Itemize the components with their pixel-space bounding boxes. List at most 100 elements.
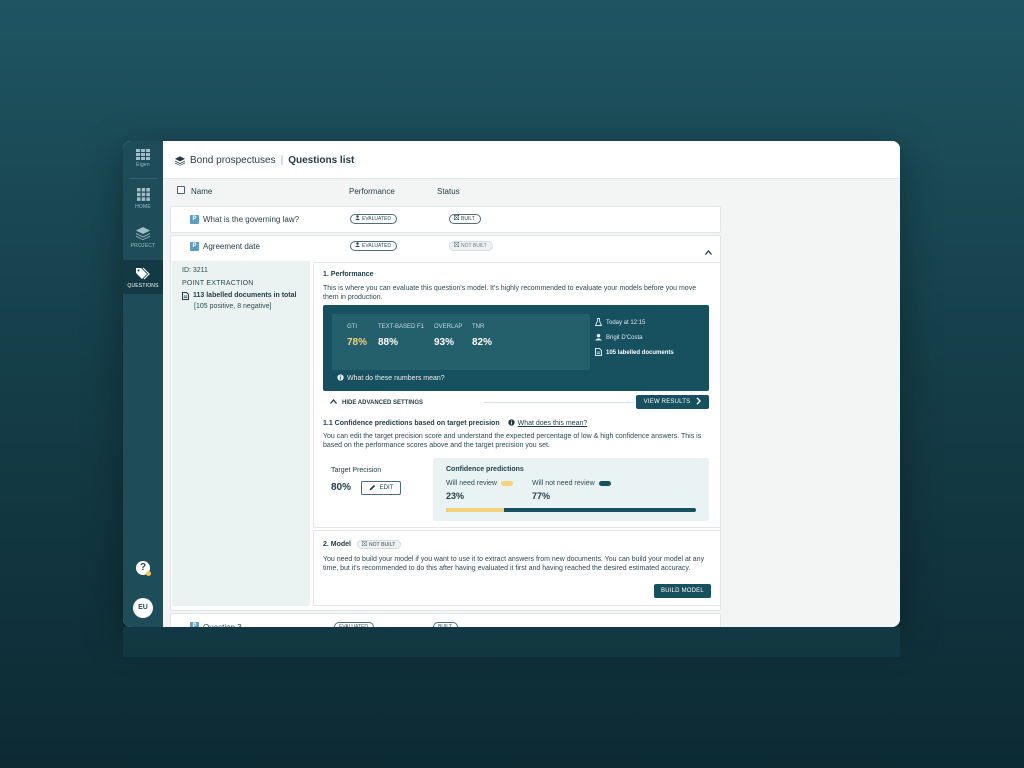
page-title: Questions list (288, 155, 355, 166)
need-review-text: Will need review (446, 480, 497, 487)
chevron-up-icon[interactable] (705, 242, 712, 260)
status-label: BUILT (461, 216, 475, 222)
performance-badge: EVALUATED (350, 214, 397, 224)
performance-panel: 1. Performance This is where you can eva… (313, 262, 721, 528)
performance-summary: GTI 78% TEXT-BASED F1 88% OVERLAP 93% TN… (323, 305, 709, 391)
window-bottom-mask (123, 627, 900, 657)
column-header-name[interactable]: Name (191, 187, 212, 196)
sidebar-item-project[interactable]: PROJECT (123, 226, 163, 249)
notification-dot (146, 571, 151, 576)
column-header-status[interactable]: Status (437, 187, 460, 196)
need-review-swatch (500, 481, 513, 486)
tag-icon (123, 266, 163, 280)
divider (484, 402, 634, 403)
question-type-badge: P (190, 242, 199, 251)
question-name[interactable]: Agreement date (203, 242, 260, 251)
metric-label: OVERLAP (434, 324, 463, 330)
labelled-docs-breakdown: [105 positive, 8 negative] (194, 303, 272, 310)
document-icon (595, 348, 602, 358)
sidebar-item-questions[interactable]: QUESTIONS (123, 260, 163, 294)
confidence-bar-fill (446, 508, 504, 512)
metric-value: 93% (434, 337, 455, 348)
select-all-checkbox[interactable] (177, 186, 185, 194)
model-title-row: 2. Model NOT BUILT (323, 540, 402, 549)
question-type: POINT EXTRACTION (182, 280, 254, 287)
grid-icon (123, 187, 163, 201)
numbers-help-link[interactable]: What do these numbers mean? (337, 374, 445, 383)
confidence-title-row: 1.1 Confidence predictions based on targ… (323, 419, 587, 428)
view-results-button[interactable]: VIEW RESULTS (636, 395, 709, 409)
breadcrumb: Bond prospectuses | Questions list (175, 155, 354, 166)
performance-label: EVALUATED (362, 216, 391, 222)
numbers-help-text: What do these numbers mean? (347, 375, 445, 382)
confidence-help-text: What does this mean? (517, 420, 588, 427)
edit-label: EDIT (379, 485, 394, 491)
view-results-label: VIEW RESULTS (643, 399, 691, 405)
question-id: ID: 3211 (182, 267, 208, 274)
sidebar-item-home[interactable]: HOME (123, 187, 163, 210)
sidebar-item-label: QUESTIONS (127, 283, 159, 289)
sidebar: Eigen HOME PROJECT QUESTIONS ? EU (123, 141, 163, 627)
brand-name: Eigen (136, 162, 150, 168)
brand-logo[interactable]: Eigen (123, 147, 163, 168)
sidebar-item-label: HOME (135, 204, 151, 210)
not-need-review-label: Will not need review (532, 480, 611, 487)
model-description: You need to build your model if you want… (323, 556, 705, 572)
performance-description: This is where you can evaluate this ques… (323, 285, 697, 301)
layers-icon (123, 226, 163, 240)
metric-value: 78% (347, 337, 368, 348)
flask-icon (594, 318, 603, 328)
chevron-up-icon (330, 399, 337, 406)
question-name[interactable]: What is the governing law? (203, 215, 299, 224)
model-panel: 2. Model NOT BUILT You need to build you… (313, 530, 721, 606)
confidence-description: You can edit the target precision score … (323, 433, 702, 449)
confidence-help-link[interactable]: What does this mean? (507, 419, 588, 428)
evaluation-user: Brigit D'Costa (595, 333, 643, 343)
metric-value: 88% (378, 337, 399, 348)
info-icon (507, 419, 515, 428)
need-review-value: 23% (446, 491, 465, 501)
info-icon (337, 374, 344, 383)
status-label: NOT BUILT (461, 243, 487, 249)
model-status-label: NOT BUILT (369, 541, 396, 548)
performance-label: EVALUATED (362, 243, 391, 249)
not-need-review-swatch (598, 481, 611, 486)
sidebar-divider (129, 178, 157, 179)
status-badge: BUILT (449, 214, 481, 224)
breadcrumb-separator: | (280, 155, 284, 166)
model-status-badge: NOT BUILT (357, 540, 402, 549)
table-header: Name Performance Status (163, 179, 828, 203)
build-model-label: BUILD MODEL (661, 588, 704, 594)
chevron-right-icon (696, 397, 702, 407)
evaluation-docs-text: 105 labelled documents (606, 350, 674, 356)
column-header-performance[interactable]: Performance (349, 187, 395, 196)
target-precision-value: 80% (331, 482, 352, 493)
table-row[interactable]: P What is the governing law? EVALUATED B… (170, 206, 721, 233)
user-icon (355, 242, 360, 250)
user-icon (595, 333, 602, 343)
evaluation-time: Today at 12:15 (594, 318, 646, 328)
hide-advanced-label: HIDE ADVANCED SETTINGS (342, 399, 424, 406)
evaluation-docs: 105 labelled documents (595, 348, 674, 358)
pencil-icon (369, 484, 376, 493)
labelled-docs: 113 labelled documents in total (182, 292, 296, 302)
status-badge: NOT BUILT (449, 241, 493, 251)
confidence-title: 1.1 Confidence predictions based on targ… (323, 420, 500, 427)
breadcrumb-project-link[interactable]: Bond prospectuses (190, 155, 276, 166)
document-icon (182, 292, 189, 302)
avatar[interactable]: EU (133, 598, 153, 618)
model-title: 2. Model (323, 541, 352, 548)
not-need-review-value: 77% (532, 491, 551, 501)
performance-title: 1. Performance (323, 271, 374, 278)
edit-precision-button[interactable]: EDIT (361, 481, 401, 495)
not-need-review-text: Will not need review (532, 480, 595, 487)
box-icon (454, 242, 459, 250)
confidence-box-title: Confidence predictions (446, 466, 524, 473)
box-icon (454, 215, 459, 223)
confidence-bar (446, 508, 696, 512)
evaluation-time-text: Today at 12:15 (606, 320, 646, 326)
build-model-button[interactable]: BUILD MODEL (654, 584, 711, 598)
question-type-badge: P (190, 215, 199, 224)
metric-label: GTI (347, 324, 357, 330)
hide-advanced-toggle[interactable]: HIDE ADVANCED SETTINGS (330, 399, 423, 406)
